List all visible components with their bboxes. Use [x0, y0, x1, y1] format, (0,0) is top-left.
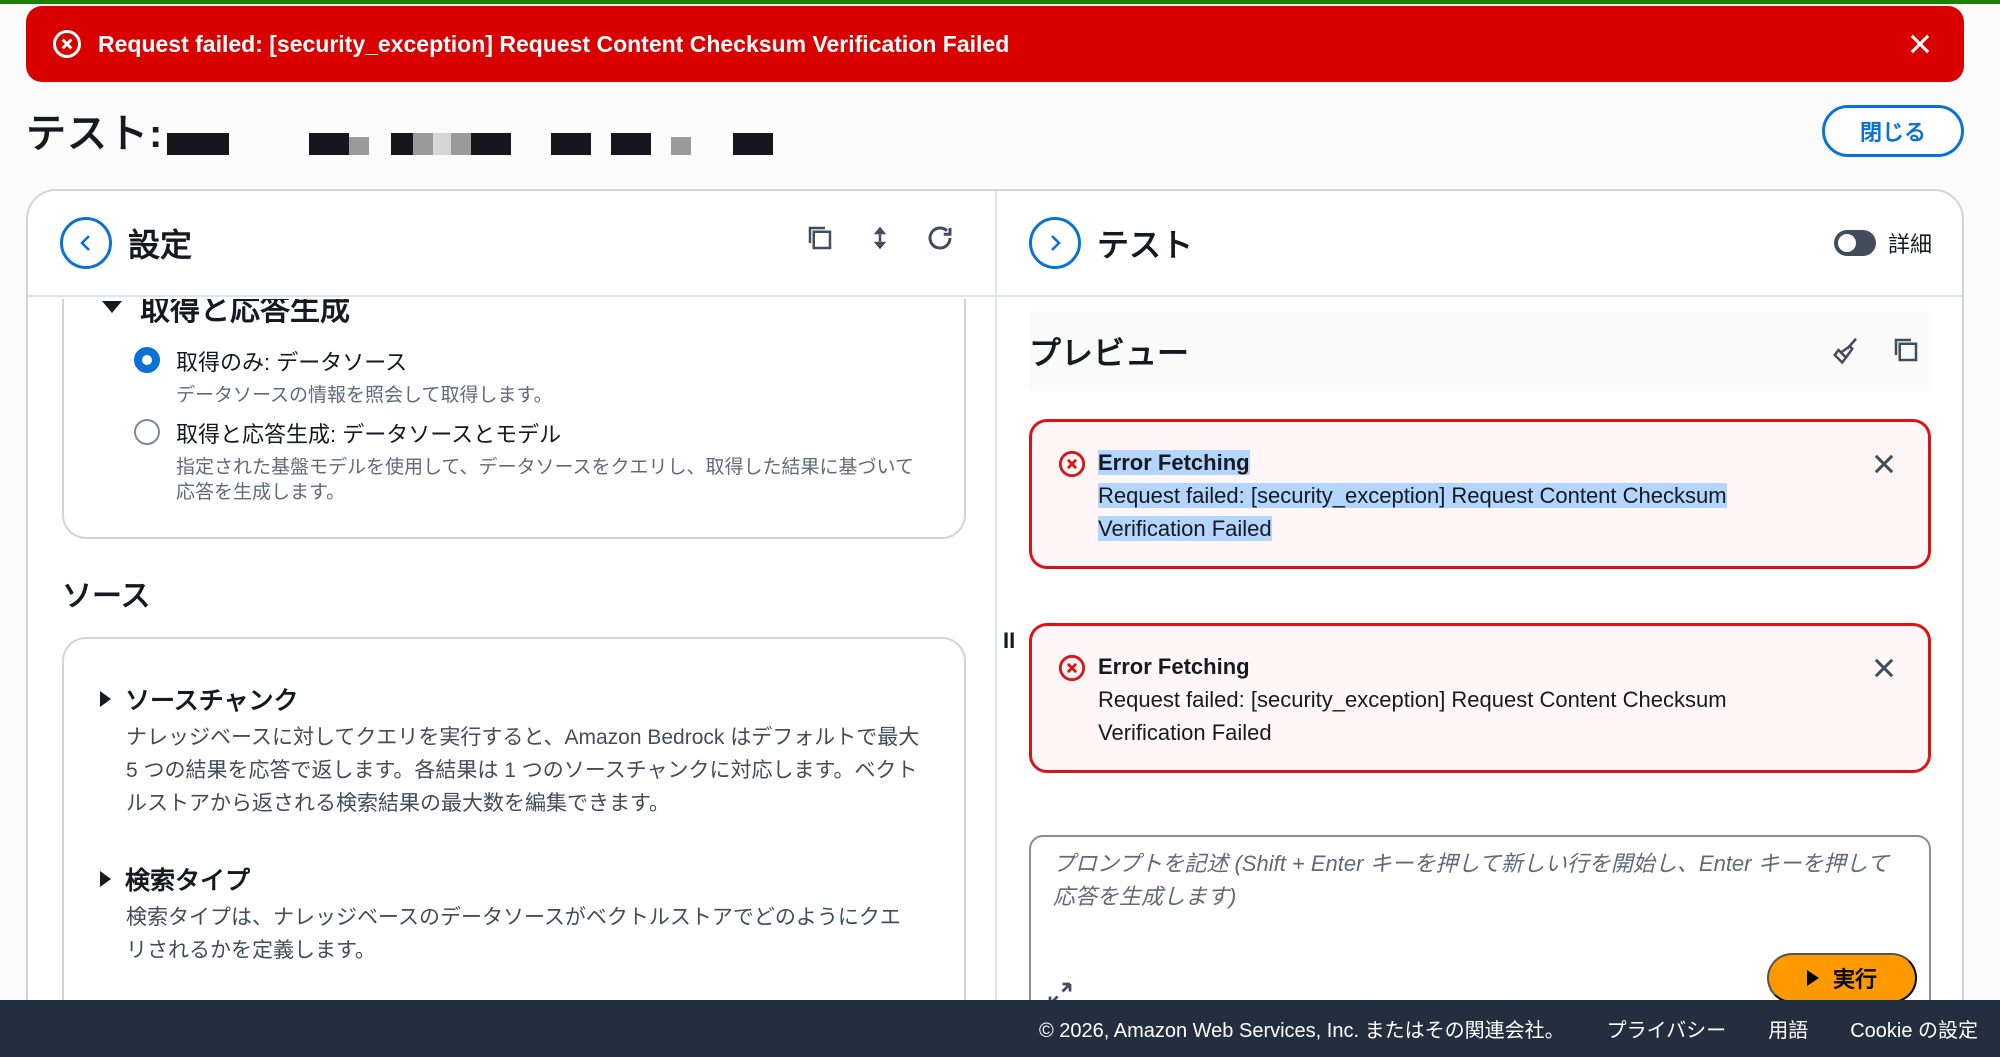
details-toggle-label: 詳細: [1887, 232, 1932, 257]
error-circle-icon: [1058, 654, 1086, 682]
flash-close-button[interactable]: [1900, 24, 1940, 64]
resize-handle[interactable]: II: [1003, 628, 1015, 654]
settings-title: 設定: [128, 227, 193, 263]
collapse-test-button[interactable]: [1029, 217, 1081, 269]
test-body: プレビュー Error Fetching Request failed: [se…: [997, 299, 1962, 1047]
refresh-icon[interactable]: [923, 221, 957, 255]
footer-cookie-settings-link[interactable]: Cookie の設定: [1850, 1014, 1978, 1043]
radio-retrieve-and-generate[interactable]: 取得と応答生成: データソースとモデル 指定された基盤モデルを使用して、データソ…: [134, 417, 926, 505]
chevron-right-icon: [1051, 235, 1061, 251]
radio-retrieve-only[interactable]: 取得のみ: データソース データソースの情報を照会して取得します。: [134, 345, 926, 408]
top-status-stripe: [0, 0, 2000, 4]
settings-panel-header: 設定: [28, 191, 995, 297]
close-icon: [1874, 454, 1894, 474]
error-flash-banner: Request failed: [security_exception] Req…: [26, 6, 1964, 82]
source-chunk-title: ソースチャンク: [125, 687, 299, 715]
sources-heading: ソース: [62, 580, 151, 613]
footer-privacy-link[interactable]: プライバシー: [1607, 1014, 1727, 1043]
error-title: Error Fetching: [1098, 450, 1250, 475]
radio-button[interactable]: [134, 419, 160, 445]
settings-body: 取得と応答生成 取得のみ: データソース データソースの情報を照会して取得します…: [28, 299, 995, 1047]
flash-message: Request failed: [security_exception] Req…: [98, 30, 1010, 57]
radio-description: データソースの情報を照会して取得します。: [176, 385, 553, 406]
chevron-left-icon: [80, 235, 90, 251]
error-circle-icon: [52, 29, 82, 59]
footer-copyright: © 2026, Amazon Web Services, Inc. またはその関…: [1038, 1020, 1565, 1042]
copy-icon[interactable]: [803, 221, 837, 255]
retrieval-settings-card: 取得と応答生成 取得のみ: データソース データソースの情報を照会して取得します…: [62, 299, 966, 539]
run-button[interactable]: 実行: [1767, 953, 1917, 1003]
error-title: Error Fetching: [1098, 654, 1250, 679]
run-button-label: 実行: [1832, 967, 1877, 992]
radio-label: 取得と応答生成: データソースとモデル: [176, 422, 562, 447]
retrieval-section-title: 取得と応答生成: [140, 299, 350, 327]
search-type-description: 検索タイプは、ナレッジベースのデータソースがベクトルストアでどのようにクエリされ…: [126, 906, 901, 962]
radio-button-selected[interactable]: [134, 347, 160, 373]
error-alert: Error Fetching Request failed: [security…: [1029, 419, 1931, 569]
source-chunk-description: ナレッジベースに対してクエリを実行すると、Amazon Bedrock はデフォ…: [126, 726, 920, 815]
page-title: テスト:: [26, 112, 164, 156]
close-icon: [1874, 658, 1894, 678]
close-button[interactable]: 閉じる: [1822, 105, 1964, 157]
main-container: 設定 テスト 詳細 取得と応答生成 取得のみ: データソース データソースの情報…: [26, 189, 1964, 1049]
caret-right-icon: [100, 691, 111, 707]
error-message: Request failed: [security_exception] Req…: [1098, 483, 1727, 541]
footer-terms-link[interactable]: 用語: [1768, 1014, 1808, 1043]
copy-icon[interactable]: [1889, 333, 1923, 367]
radio-description: 指定された基盤モデルを使用して、データソースをクエリし、取得した結果に基づいて応…: [176, 457, 914, 503]
page-title-row: テスト: 閉じる: [26, 100, 1964, 160]
test-panel-header: テスト 詳細: [997, 191, 1962, 297]
expand-collapse-icon[interactable]: [863, 221, 897, 255]
error-alert: Error Fetching Request failed: [security…: [1029, 623, 1931, 773]
dismiss-error-button[interactable]: [1864, 648, 1904, 688]
search-type-title: 検索タイプ: [125, 867, 251, 895]
caret-down-icon: [102, 301, 122, 313]
retrieval-section-header[interactable]: 取得と応答生成: [102, 299, 350, 329]
play-icon: [1806, 970, 1819, 986]
caret-right-icon: [100, 871, 111, 887]
radio-label: 取得のみ: データソース: [176, 350, 408, 375]
collapse-settings-button[interactable]: [60, 217, 112, 269]
error-circle-icon: [1058, 450, 1086, 478]
details-toggle[interactable]: [1833, 230, 1876, 256]
source-chunk-expandable[interactable]: ソースチャンク ナレッジベースに対してクエリを実行すると、Amazon Bedr…: [100, 681, 920, 820]
clear-broom-icon[interactable]: [1829, 333, 1863, 367]
close-icon: [1910, 34, 1930, 54]
details-toggle-wrap: 詳細: [1833, 227, 1932, 259]
search-type-expandable[interactable]: 検索タイプ 検索タイプは、ナレッジベースのデータソースがベクトルストアでどのよう…: [100, 861, 920, 967]
sources-card: ソースチャンク ナレッジベースに対してクエリを実行すると、Amazon Bedr…: [62, 637, 966, 1047]
prompt-placeholder: プロンプトを記述 (Shift + Enter キーを押して新しい行を開始し、E…: [1053, 851, 1889, 909]
redacted-title-text: [167, 115, 774, 155]
preview-title: プレビュー: [1029, 335, 1190, 371]
preview-header: プレビュー: [1029, 311, 1929, 391]
test-title: テスト: [1097, 227, 1194, 263]
dismiss-error-button[interactable]: [1864, 444, 1904, 484]
error-message: Request failed: [security_exception] Req…: [1098, 687, 1727, 745]
footer: © 2026, Amazon Web Services, Inc. またはその関…: [0, 1000, 2000, 1057]
